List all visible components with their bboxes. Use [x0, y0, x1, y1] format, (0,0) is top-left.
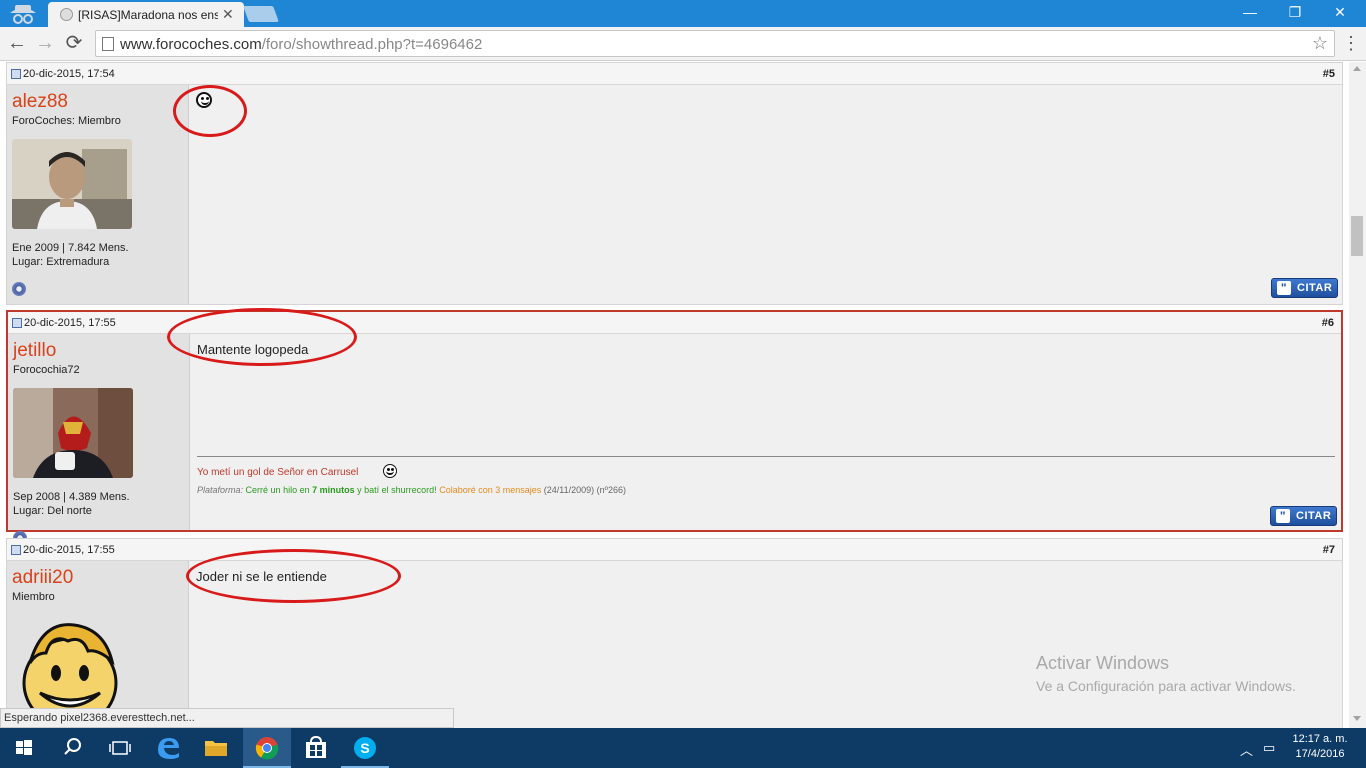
- watermark-title: Activar Windows: [1036, 653, 1170, 673]
- close-window-button[interactable]: ✕: [1320, 3, 1360, 23]
- post-icon: [11, 69, 21, 79]
- store-icon[interactable]: [292, 728, 340, 768]
- post-icon: [12, 318, 22, 328]
- post-date: 20-dic-2015, 17:54: [23, 68, 115, 80]
- post-date: 20-dic-2015, 17:55: [23, 544, 115, 556]
- edge-icon[interactable]: [144, 728, 192, 768]
- chrome-icon[interactable]: [243, 728, 291, 768]
- user-info-panel: alez88 ForoCoches: Miembro Ene 2009 | 7.…: [7, 85, 189, 304]
- quote-button[interactable]: " CITAR: [1270, 506, 1337, 526]
- quote-icon: ": [1276, 509, 1290, 523]
- page-viewport: 20-dic-2015, 17:54 #5 alez88 ForoCoches:…: [0, 62, 1349, 728]
- forward-button[interactable]: →: [34, 32, 56, 54]
- signature-platform: Plataforma: Cerré un hilo en 7 minutos y…: [197, 485, 626, 495]
- user-stats: Ene 2009 | 7.842 Mens. Lugar: Extremadur…: [12, 241, 129, 269]
- reload-button[interactable]: ⟳: [63, 32, 85, 54]
- tray-expand-icon[interactable]: ︿: [1240, 740, 1253, 759]
- post-number[interactable]: #6: [1322, 317, 1334, 329]
- page-scrollbar[interactable]: [1349, 62, 1366, 728]
- forocoches-favicon-icon: [60, 8, 73, 21]
- jiji-smiley-icon: [383, 464, 397, 478]
- user-location: Lugar: Extremadura: [12, 256, 110, 268]
- signature-divider: [197, 456, 1335, 457]
- file-explorer-icon[interactable]: [192, 728, 240, 768]
- post-icon: [11, 545, 21, 555]
- new-tab-button[interactable]: [243, 6, 279, 22]
- tab-close-icon[interactable]: ✕: [222, 6, 234, 23]
- activation-watermark: Activar Windows Ve a Configuración para …: [1036, 653, 1296, 694]
- taskbar-clock[interactable]: 12:17 a. m. 17/4/2016: [1290, 732, 1350, 762]
- user-stats: Sep 2008 | 4.389 Mens. Lugar: Del norte: [13, 490, 130, 518]
- scroll-thumb[interactable]: [1351, 216, 1363, 256]
- restore-button[interactable]: ❐: [1275, 3, 1315, 23]
- scroll-down-icon[interactable]: [1353, 716, 1361, 721]
- chrome-menu-icon[interactable]: ⋮: [1342, 33, 1360, 54]
- user-location: Lugar: Del norte: [13, 505, 92, 517]
- user-title: ForoCoches: Miembro: [12, 115, 121, 127]
- browser-tab[interactable]: [RISAS]Maradona nos ens ✕: [48, 2, 244, 27]
- page-icon: [102, 37, 114, 51]
- username-link[interactable]: adriii20: [12, 567, 73, 589]
- status-bubble: Esperando pixel2368.everesttech.net...: [0, 708, 454, 728]
- skype-icon[interactable]: S: [341, 728, 389, 768]
- watermark-subtitle: Ve a Configuración para activar Windows.: [1036, 678, 1296, 694]
- signature-line: Yo metí un gol de Señor en Carrusel: [197, 467, 359, 478]
- user-info-panel: jetillo Forocochia72 Sep 2008 | 4.389 Me…: [8, 334, 190, 545]
- back-button[interactable]: ←: [6, 32, 28, 54]
- browser-toolbar: ← → ⟳ www.forocoches.com/foro/showthread…: [0, 27, 1366, 61]
- post-number[interactable]: #5: [1323, 68, 1335, 80]
- url-text[interactable]: www.forocoches.com/foro/showthread.php?t…: [120, 36, 482, 53]
- online-status-icon: [12, 282, 26, 296]
- post-content: Mantente logopeda Yo metí un gol de Seño…: [191, 334, 1341, 530]
- clock-date: 17/4/2016: [1295, 748, 1345, 760]
- post-date: 20-dic-2015, 17:55: [24, 317, 116, 329]
- search-icon[interactable]: [48, 728, 96, 768]
- notifications-icon[interactable]: ▭: [1263, 740, 1275, 756]
- quote-icon: ": [1277, 281, 1291, 295]
- annotation-circle: [167, 308, 357, 366]
- user-avatar[interactable]: [13, 388, 133, 478]
- bookmark-star-icon[interactable]: ☆: [1312, 33, 1328, 54]
- quote-button[interactable]: " CITAR: [1271, 278, 1338, 298]
- address-bar[interactable]: www.forocoches.com/foro/showthread.php?t…: [95, 30, 1335, 57]
- incognito-icon: [4, 1, 42, 27]
- user-avatar[interactable]: [12, 139, 132, 229]
- post-number[interactable]: #7: [1323, 544, 1335, 556]
- username-link[interactable]: alez88: [12, 91, 68, 113]
- annotation-circle: [173, 85, 247, 137]
- post-content: " CITAR: [190, 85, 1342, 304]
- annotation-circle: [186, 549, 401, 603]
- task-view-icon[interactable]: [96, 728, 144, 768]
- join-info: Sep 2008 | 4.389 Mens.: [13, 491, 130, 503]
- tab-title: [RISAS]Maradona nos ens: [78, 8, 218, 22]
- post-header: 20-dic-2015, 17:55 #7: [7, 539, 1342, 561]
- user-info-panel: adriii20 Miembro: [7, 561, 189, 728]
- username-link[interactable]: jetillo: [13, 340, 56, 362]
- clock-time: 12:17 a. m.: [1292, 733, 1348, 745]
- start-button[interactable]: [0, 728, 48, 768]
- join-info: Ene 2009 | 7.842 Mens.: [12, 242, 129, 254]
- post-header: 20-dic-2015, 17:54 #5: [7, 63, 1342, 85]
- windows-taskbar: S ︿ ▭ 12:17 a. m. 17/4/2016: [0, 728, 1366, 768]
- user-title: Miembro: [12, 591, 55, 603]
- minimize-button[interactable]: —: [1230, 3, 1270, 23]
- user-title: Forocochia72: [13, 364, 80, 376]
- svg-text:S: S: [360, 740, 369, 756]
- scroll-up-icon[interactable]: [1353, 66, 1361, 71]
- browser-titlebar: [RISAS]Maradona nos ens ✕ — ❐ ✕: [0, 0, 1366, 27]
